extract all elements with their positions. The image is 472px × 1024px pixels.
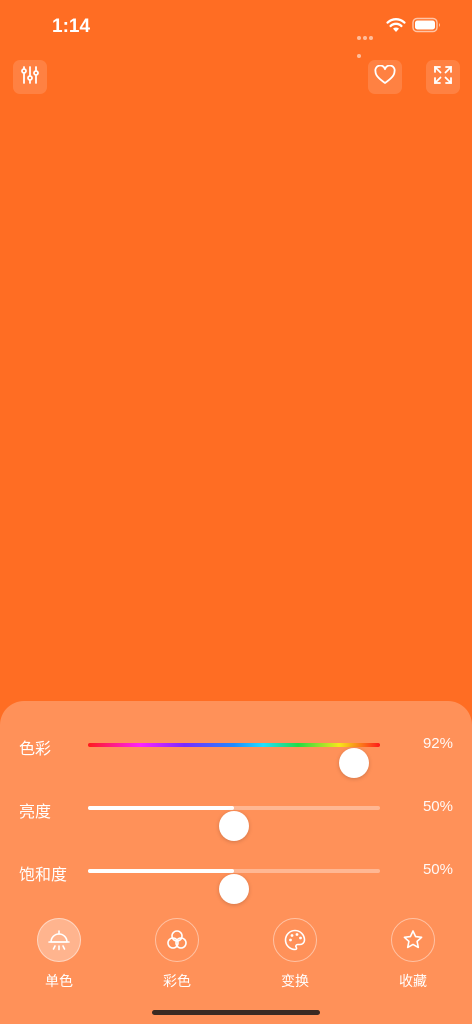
brightness-slider[interactable]	[88, 806, 380, 841]
saturation-slider-thumb[interactable]	[219, 874, 249, 904]
heart-icon	[374, 64, 396, 90]
tab-bar: 单色 彩色 变换 收藏	[0, 918, 472, 998]
tab-favorites[interactable]: 收藏	[378, 918, 448, 991]
hue-label: 色彩	[19, 741, 52, 758]
fullscreen-icon	[432, 64, 454, 91]
saturation-slider[interactable]	[88, 869, 380, 904]
saturation-slider-fill	[88, 869, 234, 873]
hue-value: 92%	[422, 735, 453, 752]
battery-icon	[412, 17, 442, 33]
wifi-icon	[386, 17, 406, 33]
tab-label: 彩色	[163, 973, 191, 989]
saturation-value: 50%	[422, 861, 453, 878]
brightness-slider-fill	[88, 806, 234, 810]
sliders-icon	[19, 64, 41, 91]
lamp-icon	[37, 918, 81, 962]
hue-slider-thumb[interactable]	[338, 748, 369, 778]
cellular-dots-icon	[357, 27, 379, 58]
adjust-button[interactable]	[13, 60, 47, 94]
tab-transform[interactable]: 变换	[260, 918, 330, 991]
color-circles-icon	[155, 918, 199, 962]
fullscreen-button[interactable]	[426, 60, 460, 94]
tab-label: 单色	[45, 973, 73, 989]
tab-single-color[interactable]: 单色	[24, 918, 94, 991]
brightness-value: 50%	[422, 798, 453, 815]
tab-multi-color[interactable]: 彩色	[142, 918, 212, 991]
tab-label: 变换	[281, 973, 309, 989]
saturation-slider-row: 饱和度 50%	[0, 851, 472, 904]
brightness-slider-row: 亮度 50%	[0, 788, 472, 841]
tab-label: 收藏	[399, 973, 427, 989]
home-indicator[interactable]	[152, 1010, 320, 1015]
status-bar: 1:14	[0, 0, 472, 58]
brightness-slider-thumb[interactable]	[219, 811, 249, 841]
star-icon	[391, 918, 435, 962]
hue-slider-row: 色彩 92%	[0, 725, 472, 778]
palette-icon	[273, 918, 317, 962]
saturation-label: 饱和度	[19, 867, 68, 884]
status-time: 1:14	[52, 16, 91, 37]
brightness-label: 亮度	[19, 804, 52, 821]
favorite-button[interactable]	[368, 60, 402, 94]
hue-slider[interactable]	[88, 743, 380, 778]
